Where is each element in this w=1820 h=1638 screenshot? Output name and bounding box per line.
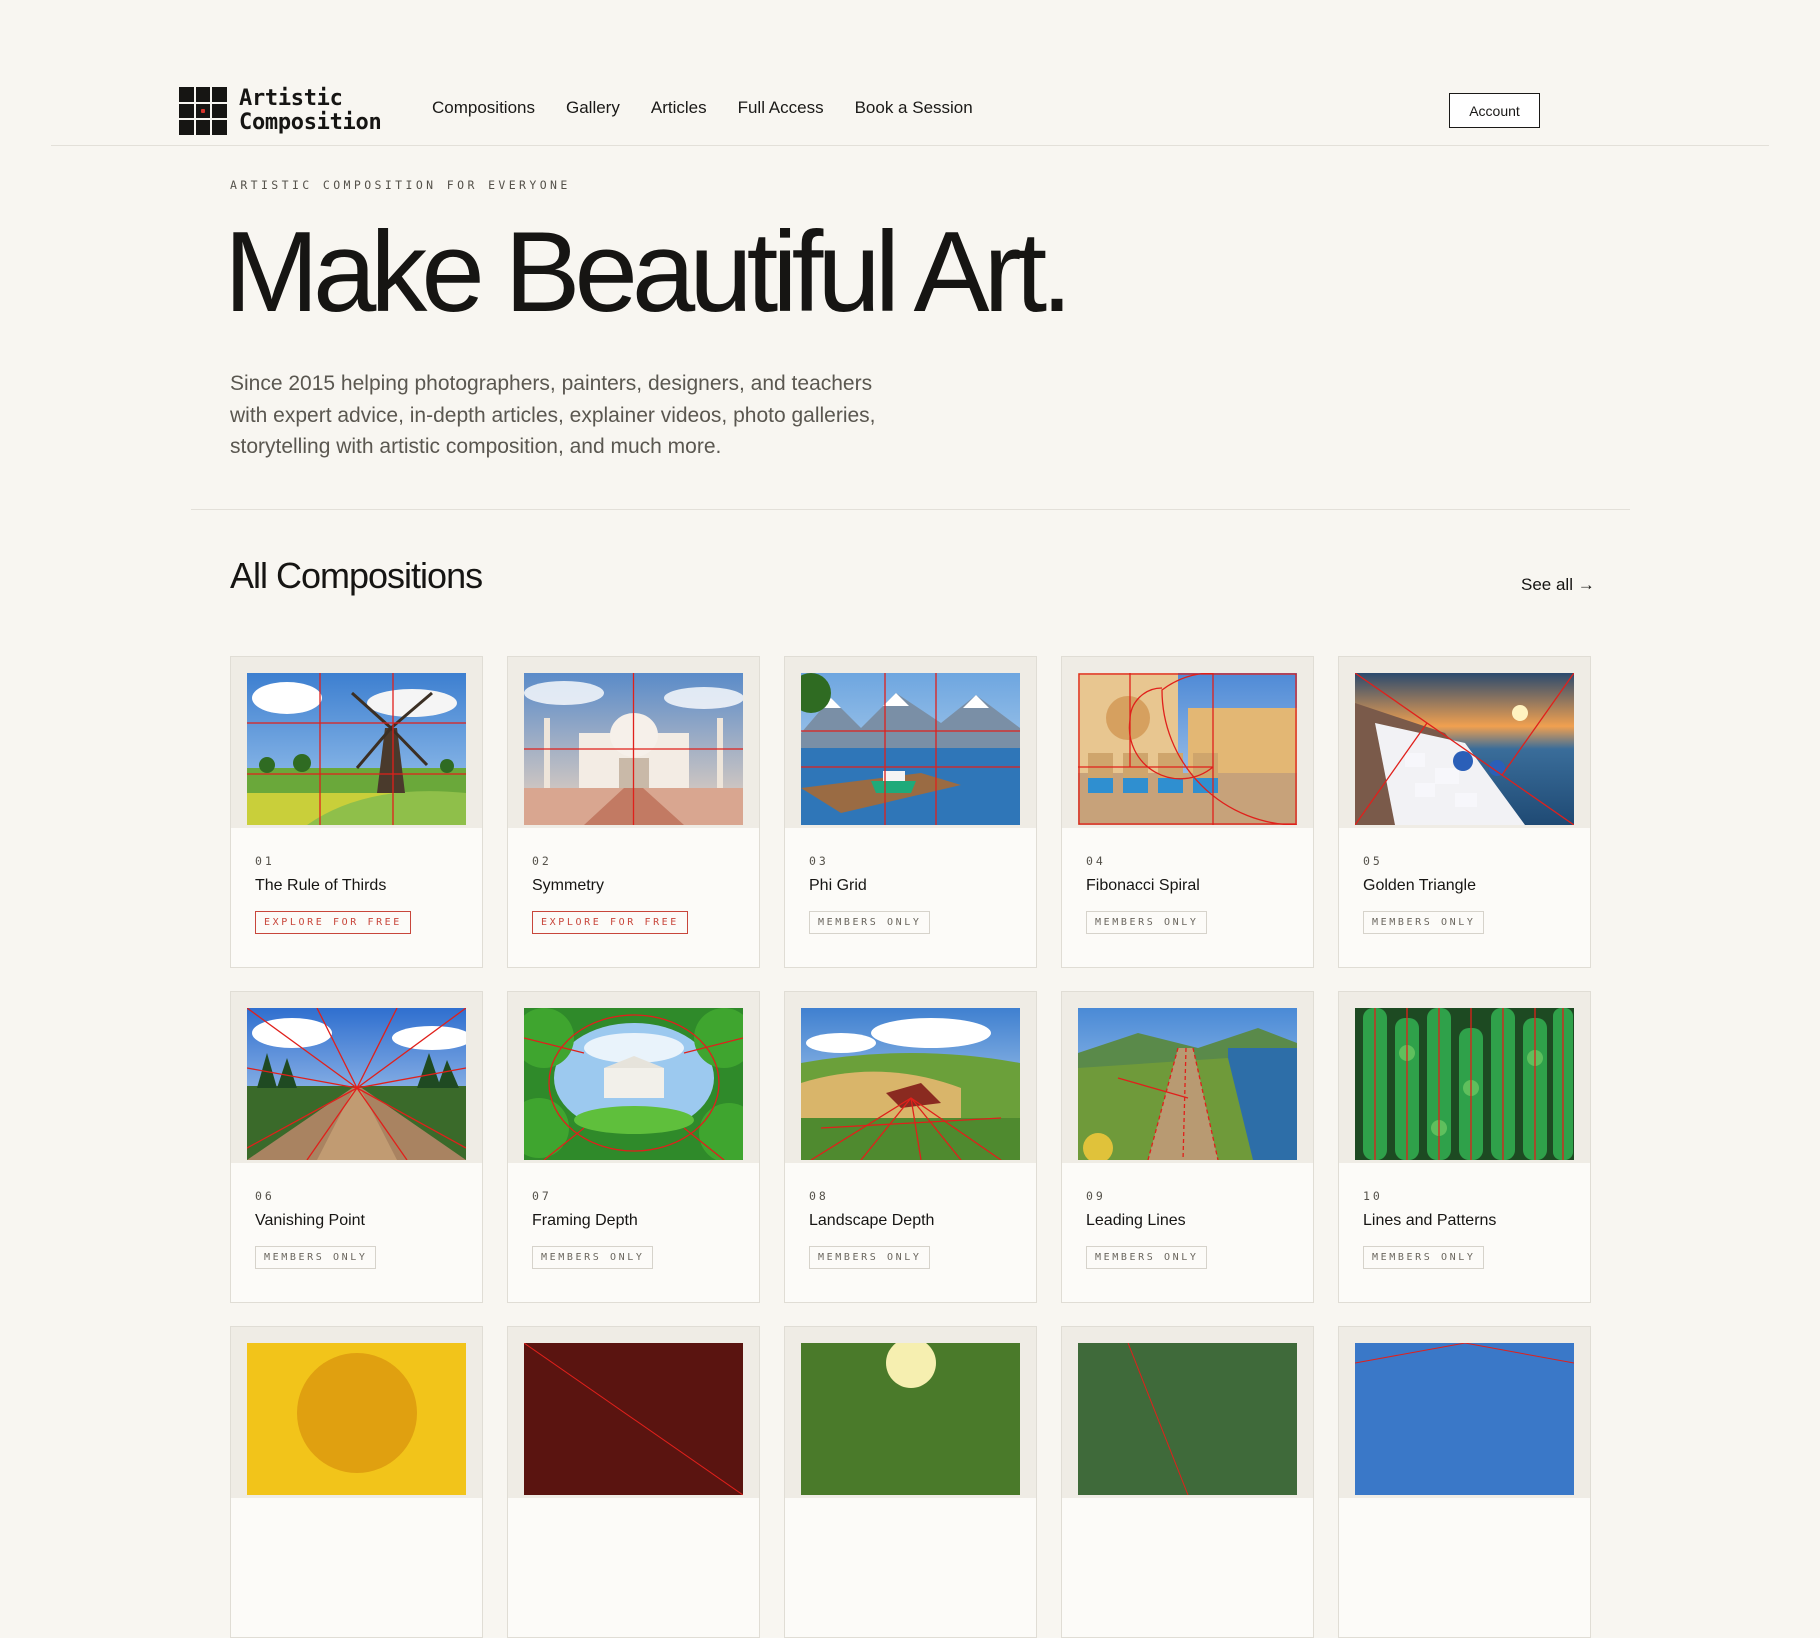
card-number: 01 — [255, 854, 275, 868]
composition-thumbnail[interactable] — [801, 1343, 1020, 1495]
card-thumbnail-frame — [1339, 1327, 1590, 1498]
account-button[interactable]: Account — [1449, 93, 1540, 128]
composition-card[interactable]: 05 Golden Triangle MEMBERS ONLY — [1338, 656, 1591, 968]
composition-card[interactable]: 07 Framing Depth MEMBERS ONLY — [507, 991, 760, 1303]
composition-card[interactable] — [1338, 1326, 1591, 1638]
card-title[interactable]: Golden Triangle — [1363, 877, 1476, 895]
card-thumbnail-frame — [1062, 1327, 1313, 1498]
hero-description: Since 2015 helping photographers, painte… — [230, 372, 876, 458]
card-thumbnail-frame — [231, 992, 482, 1163]
card-thumbnail-frame — [1339, 992, 1590, 1163]
composition-thumbnail[interactable] — [1078, 1008, 1297, 1160]
card-thumbnail-frame — [508, 992, 759, 1163]
grid-logo-icon — [179, 87, 227, 135]
card-number: 07 — [532, 1189, 552, 1203]
card-number: 10 — [1363, 1189, 1383, 1203]
card-number: 06 — [255, 1189, 275, 1203]
card-thumbnail-frame — [508, 657, 759, 828]
composition-card[interactable] — [507, 1326, 760, 1638]
card-thumbnail-frame — [1062, 657, 1313, 828]
card-thumbnail-frame — [508, 1327, 759, 1498]
card-number: 09 — [1086, 1189, 1106, 1203]
composition-card[interactable] — [230, 1326, 483, 1638]
card-number: 05 — [1363, 854, 1383, 868]
nav-gallery[interactable]: Gallery — [566, 98, 620, 118]
nav-full-access[interactable]: Full Access — [738, 98, 824, 118]
nav-book-session[interactable]: Book a Session — [855, 98, 973, 118]
section-title: All Compositions — [230, 555, 483, 596]
composition-thumbnail[interactable] — [1078, 1343, 1297, 1495]
card-thumbnail-frame — [1339, 657, 1590, 828]
members-only-badge[interactable]: MEMBERS ONLY — [255, 1246, 377, 1269]
composition-thumbnail[interactable] — [524, 1343, 743, 1495]
compositions-grid: 01 The Rule of Thirds EXPLORE FOR FREE 0… — [230, 656, 1591, 1638]
composition-card[interactable]: 02 Symmetry EXPLORE FOR FREE — [507, 656, 760, 968]
composition-card[interactable]: 01 The Rule of Thirds EXPLORE FOR FREE — [230, 656, 483, 968]
card-title[interactable]: Symmetry — [532, 877, 604, 895]
card-title[interactable]: Lines and Patterns — [1363, 1212, 1496, 1230]
section-divider — [191, 509, 1630, 510]
site-logo[interactable]: Artistic Composition — [179, 86, 382, 135]
free-badge[interactable]: EXPLORE FOR FREE — [255, 911, 411, 934]
composition-thumbnail[interactable] — [247, 1008, 466, 1160]
composition-card[interactable]: 10 Lines and Patterns MEMBERS ONLY — [1338, 991, 1591, 1303]
composition-card[interactable]: 09 Leading Lines MEMBERS ONLY — [1061, 991, 1314, 1303]
members-only-badge[interactable]: MEMBERS ONLY — [809, 911, 931, 934]
card-thumbnail-frame — [785, 992, 1036, 1163]
nav-articles[interactable]: Articles — [651, 98, 707, 118]
composition-card[interactable]: 03 Phi Grid MEMBERS ONLY — [784, 656, 1037, 968]
members-only-badge[interactable]: MEMBERS ONLY — [1086, 911, 1208, 934]
hero-title: Make Beautiful Art. — [224, 209, 1073, 336]
members-only-badge[interactable]: MEMBERS ONLY — [1363, 1246, 1485, 1269]
composition-thumbnail[interactable] — [524, 1008, 743, 1160]
members-only-badge[interactable]: MEMBERS ONLY — [1086, 1246, 1208, 1269]
card-title[interactable]: Leading Lines — [1086, 1212, 1186, 1230]
brand-line-2: Composition — [239, 110, 382, 135]
card-title[interactable]: Fibonacci Spiral — [1086, 877, 1200, 895]
card-thumbnail-frame — [785, 1327, 1036, 1498]
brand-line-1: Artistic — [239, 86, 343, 111]
composition-card[interactable]: 06 Vanishing Point MEMBERS ONLY — [230, 991, 483, 1303]
composition-card[interactable]: 08 Landscape Depth MEMBERS ONLY — [784, 991, 1037, 1303]
main-nav: Compositions Gallery Articles Full Acces… — [432, 98, 1004, 118]
members-only-badge[interactable]: MEMBERS ONLY — [1363, 911, 1485, 934]
composition-thumbnail[interactable] — [1355, 1008, 1574, 1160]
composition-thumbnail[interactable] — [1078, 673, 1297, 825]
composition-thumbnail[interactable] — [524, 673, 743, 825]
brand-name: Artistic Composition — [239, 86, 382, 135]
composition-thumbnail[interactable] — [801, 1008, 1020, 1160]
composition-card[interactable] — [784, 1326, 1037, 1638]
card-number: 02 — [532, 854, 552, 868]
nav-compositions[interactable]: Compositions — [432, 98, 535, 118]
card-thumbnail-frame — [1062, 992, 1313, 1163]
composition-thumbnail[interactable] — [247, 1343, 466, 1495]
card-number: 08 — [809, 1189, 829, 1203]
composition-card[interactable] — [1061, 1326, 1314, 1638]
composition-card[interactable]: 04 Fibonacci Spiral MEMBERS ONLY — [1061, 656, 1314, 968]
composition-thumbnail[interactable] — [1355, 673, 1574, 825]
card-title[interactable]: Vanishing Point — [255, 1212, 365, 1230]
card-thumbnail-frame — [231, 1327, 482, 1498]
card-number: 03 — [809, 854, 829, 868]
card-title[interactable]: Phi Grid — [809, 877, 867, 895]
composition-thumbnail[interactable] — [801, 673, 1020, 825]
card-title[interactable]: The Rule of Thirds — [255, 877, 386, 895]
composition-thumbnail[interactable] — [1355, 1343, 1574, 1495]
card-thumbnail-frame — [785, 657, 1036, 828]
card-thumbnail-frame — [231, 657, 482, 828]
free-badge[interactable]: EXPLORE FOR FREE — [532, 911, 688, 934]
see-all-link[interactable]: See all → — [1521, 575, 1595, 595]
card-number: 04 — [1086, 854, 1106, 868]
members-only-badge[interactable]: MEMBERS ONLY — [532, 1246, 654, 1269]
members-only-badge[interactable]: MEMBERS ONLY — [809, 1246, 931, 1269]
hero-eyebrow: ARTISTIC COMPOSITION FOR EVERYONE — [230, 178, 571, 192]
card-title[interactable]: Landscape Depth — [809, 1212, 934, 1230]
card-title[interactable]: Framing Depth — [532, 1212, 638, 1230]
composition-thumbnail[interactable] — [247, 673, 466, 825]
